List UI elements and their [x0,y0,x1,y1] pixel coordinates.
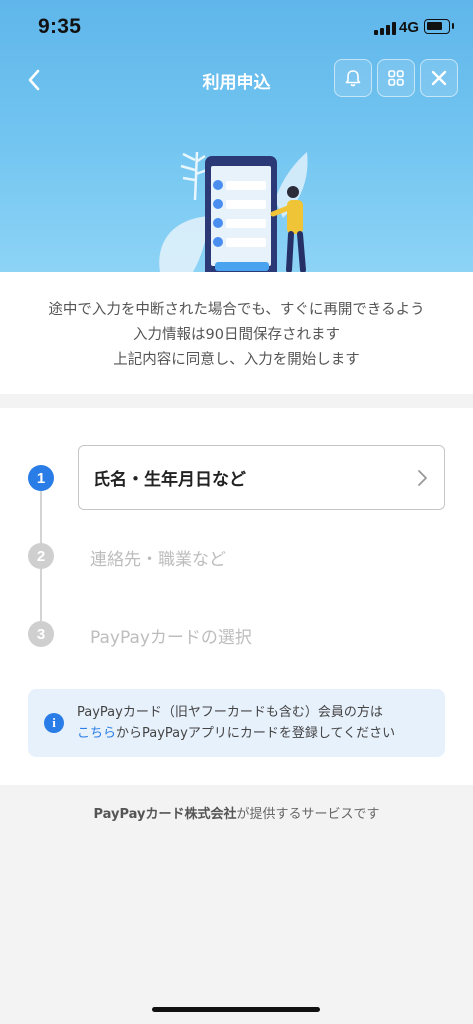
network-label: 4G [399,19,420,36]
notice-line-2: こちらからPayPayアプリにカードを登録してください [77,723,395,744]
intro-text: 途中で入力を中断された場合でも、すぐに再開できるよう 入力情報は90日間保存され… [0,272,473,394]
close-button[interactable] [420,59,458,97]
intro-line-2: 入力情報は90日間保存されます [133,327,340,343]
footer-text: PayPayカード株式会社が提供するサービスです [0,803,473,822]
step-number-2: 2 [28,543,54,569]
notice-text: PayPayカード（旧ヤフーカードも含む）会員の方は こちらからPayPayアプ… [77,702,395,744]
notification-button[interactable] [334,59,372,97]
battery-icon [424,19,454,34]
bell-icon [345,70,361,87]
home-indicator [152,1007,320,1012]
status-bar: 9:35 4G [0,0,473,56]
signal-icon [374,22,396,35]
intro-line-3: 上記内容に同意し、入力を開始します [113,352,360,368]
footer-company: PayPayカード株式会社 [93,807,237,822]
intro-line-1: 途中で入力を中断された場合でも、すぐに再開できるよう [48,302,425,318]
info-icon: i [44,713,64,733]
step-number-3: 3 [28,621,54,647]
status-time: 9:35 [38,15,82,38]
step-number-1: 1 [28,465,54,491]
chevron-right-icon [418,470,427,486]
card-member-notice: i PayPayカード（旧ヤフーカードも含む）会員の方は こちらからPayPay… [28,689,445,757]
notice-line-2-rest: からPayPayアプリにカードを登録してください [116,726,396,741]
footer-suffix: が提供するサービスです [236,807,380,822]
notice-line-1: PayPayカード（旧ヤフーカードも含む）会員の方は [77,705,383,720]
menu-button[interactable] [377,59,415,97]
close-icon [431,70,447,86]
step-1-button[interactable]: 氏名・生年月日など [78,445,445,510]
step-3-label: PayPayカードの選択 [90,628,252,648]
application-illustration [159,151,308,272]
step-2-label: 連絡先・職業など [90,550,226,570]
step-1-label: 氏名・生年月日など [93,470,246,490]
header-hero: 9:35 4G 利用申込 [0,0,473,272]
grid-icon [388,70,404,86]
notice-link[interactable]: こちら [77,726,116,741]
